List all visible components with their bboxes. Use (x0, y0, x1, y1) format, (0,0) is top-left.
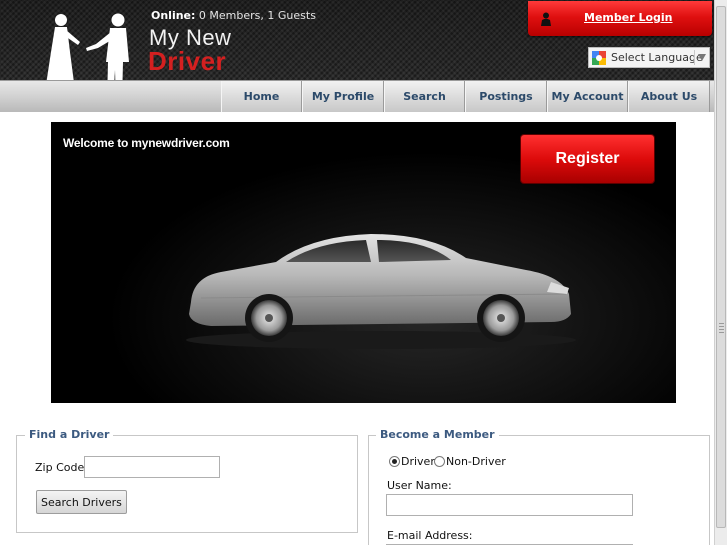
zip-code-label: Zip Code: (35, 461, 88, 474)
nav-about-us[interactable]: About Us (628, 81, 710, 112)
hero-banner: Welcome to mynewdriver.com Register (51, 122, 676, 403)
language-select-label: Select Language (611, 51, 703, 64)
non-driver-radio-label[interactable]: Non-Driver (446, 455, 506, 468)
welcome-text: Welcome to mynewdriver.com (63, 136, 230, 150)
logo-text-bottom: Driver (148, 46, 227, 76)
dropdown-arrow-icon[interactable] (698, 54, 706, 61)
become-member-legend: Become a Member (376, 428, 499, 441)
find-driver-panel: Find a Driver Zip Code: Search Drivers (16, 428, 358, 533)
username-input[interactable] (386, 494, 633, 516)
become-member-panel: Become a Member Driver Non-Driver User N… (368, 428, 710, 545)
find-driver-legend: Find a Driver (25, 428, 114, 441)
search-drivers-button[interactable]: Search Drivers (36, 490, 127, 514)
email-label: E-mail Address: (387, 529, 473, 542)
nav-my-account[interactable]: My Account (547, 81, 628, 112)
nav-home[interactable]: Home (221, 81, 302, 112)
zip-code-input[interactable] (84, 456, 220, 478)
driver-radio-label[interactable]: Driver (401, 455, 435, 468)
nav-postings[interactable]: Postings (465, 81, 547, 112)
member-login-button[interactable]: Member Login (528, 1, 712, 36)
car-image (186, 234, 576, 349)
person-icon (541, 12, 551, 26)
nav-my-profile[interactable]: My Profile (302, 81, 384, 112)
page-scrollbar[interactable] (714, 0, 727, 545)
member-login-label[interactable]: Member Login (584, 11, 673, 24)
register-button[interactable]: Register (521, 135, 654, 183)
driver-radio[interactable] (389, 456, 400, 467)
google-icon (592, 51, 606, 65)
page: Online: 0 Members, 1 Guests My New Drive… (0, 0, 727, 545)
site-header: Online: 0 Members, 1 Guests My New Drive… (0, 0, 714, 112)
main-nav: Home My Profile Search Postings My Accou… (221, 81, 710, 112)
language-select[interactable]: Select Language (588, 47, 710, 68)
scrollbar-thumb[interactable] (716, 6, 726, 528)
online-status: Online: 0 Members, 1 Guests (151, 9, 316, 22)
non-driver-radio[interactable] (434, 456, 445, 467)
nav-search[interactable]: Search (384, 81, 465, 112)
username-label: User Name: (387, 479, 452, 492)
